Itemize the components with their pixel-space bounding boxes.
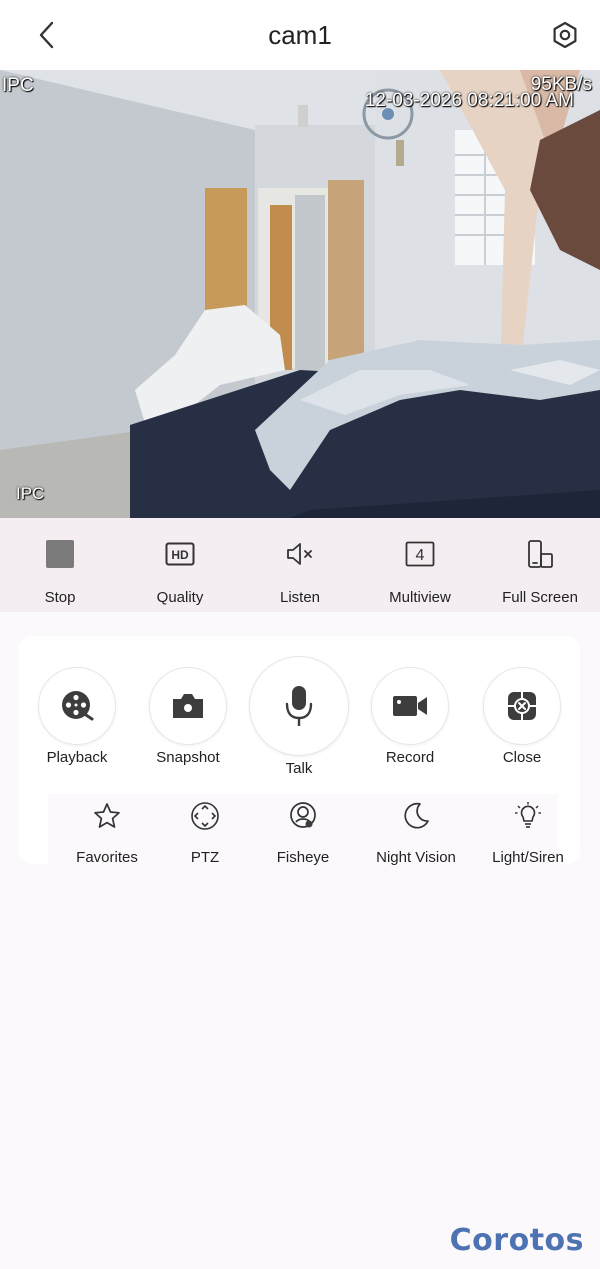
listen-label: Listen: [279, 589, 321, 606]
light-siren-label: Light/Siren: [492, 849, 564, 866]
talk-label: Talk: [285, 760, 313, 777]
fisheye-label: Fisheye: [276, 849, 330, 866]
close-label: Close: [502, 749, 542, 766]
camera-view-image: [0, 70, 600, 518]
svg-text:HD: HD: [171, 548, 189, 562]
video-timestamp: 12-03-2026 08:21:00 AM: [364, 90, 574, 111]
speaker-muted-icon: [287, 543, 312, 565]
gear-icon: [553, 21, 577, 49]
top-bar: cam1: [0, 0, 600, 70]
star-icon: [94, 803, 120, 828]
moon-icon: [404, 802, 429, 829]
settings-button[interactable]: [550, 20, 580, 50]
multiview-4-icon: 4: [405, 541, 435, 567]
stop-icon: [46, 540, 74, 568]
record-label: Record: [385, 749, 435, 766]
stop-button[interactable]: Stop: [0, 518, 120, 612]
playback-controls: Stop HD Quality Listen 4 Multiview Full …: [0, 518, 600, 612]
stop-label: Stop: [44, 589, 76, 606]
ptz-icon: [191, 802, 219, 830]
video-feed[interactable]: IPC 95KB/s 12-03-2026 08:21:00 AM IPC: [0, 70, 600, 518]
close-stream-button[interactable]: [483, 667, 561, 745]
fisheye-icon: [290, 802, 316, 828]
microphone-icon: [285, 686, 313, 726]
light-siren-button[interactable]: Light/Siren: [473, 794, 583, 866]
film-reel-icon: [62, 691, 94, 721]
page-title: cam1: [268, 20, 332, 50]
night-vision-button[interactable]: Night Vision: [361, 794, 471, 866]
actions-card: Playback Snapshot Talk Record Close Favo…: [18, 636, 580, 866]
talk-button[interactable]: [249, 656, 349, 756]
multiview-badge: 4: [416, 547, 425, 564]
playback-button[interactable]: [38, 667, 116, 745]
watermark-logo: Corotos: [449, 1223, 584, 1258]
feature-row: Favorites PTZ Fisheye Night Vision Light…: [48, 794, 564, 866]
fisheye-button[interactable]: Fisheye: [248, 794, 358, 866]
playback-label: Playback: [46, 749, 108, 766]
hd-icon: HD: [165, 542, 195, 566]
channel-label-bottom: IPC: [16, 484, 45, 503]
channel-label-top: IPC: [2, 75, 34, 96]
night-vision-label: Night Vision: [376, 849, 456, 866]
video-camera-icon: [393, 696, 427, 716]
snapshot-button[interactable]: [149, 667, 227, 745]
full-screen-button[interactable]: Full Screen: [480, 518, 600, 612]
record-button[interactable]: [371, 667, 449, 745]
light-bulb-icon: [515, 802, 541, 828]
camera-icon: [173, 694, 203, 718]
quality-button[interactable]: HD Quality: [120, 518, 240, 612]
quality-label: Quality: [156, 589, 204, 606]
multiview-label: Multiview: [389, 589, 451, 606]
close-stream-icon: [508, 692, 536, 720]
snapshot-label: Snapshot: [156, 749, 220, 766]
listen-button[interactable]: Listen: [240, 518, 360, 612]
full-screen-label: Full Screen: [502, 589, 578, 606]
multiview-button[interactable]: 4 Multiview: [360, 518, 480, 612]
rotate-fullscreen-icon: [528, 540, 553, 568]
